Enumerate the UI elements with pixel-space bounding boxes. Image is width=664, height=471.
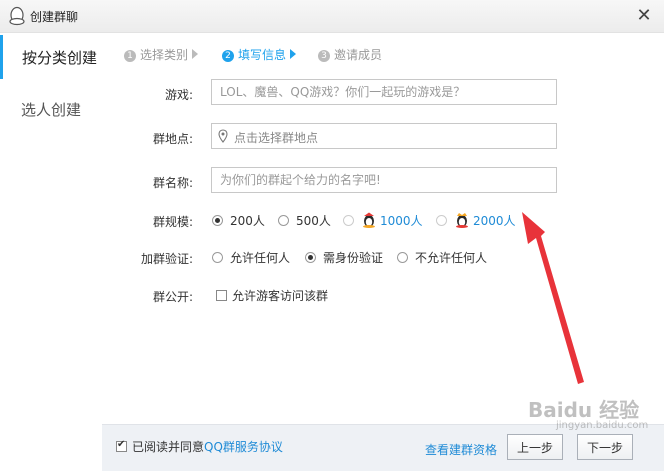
verify-option-label: 允许任何人 [230, 251, 291, 265]
step-invite-members: 3 邀请成员 [318, 46, 382, 63]
close-button[interactable]: ✕ [634, 6, 654, 26]
location-picker[interactable]: 点击选择群地点 [211, 123, 557, 149]
service-agreement-link[interactable]: QQ群服务协议 [204, 440, 283, 454]
allow-guest-label: 允许游客访问该群 [232, 289, 329, 303]
public-label: 群公开: [152, 290, 193, 304]
triangle-right-icon [290, 49, 297, 59]
window-title: 创建群聊 [30, 10, 79, 24]
allow-guest-checkbox[interactable] [216, 290, 227, 301]
map-pin-icon [218, 129, 228, 143]
view-eligibility-link[interactable]: 查看建群资格 [425, 441, 497, 458]
size-option-500[interactable]: 500人 [278, 212, 331, 229]
radio-checked[interactable] [212, 215, 223, 226]
verify-option-label: 不允许任何人 [415, 251, 488, 265]
svip-penguin-icon [456, 213, 468, 228]
step-number: 1 [124, 50, 136, 62]
step-label: 填写信息 [238, 48, 287, 62]
sidebar-item-label: 选人创建 [21, 101, 82, 119]
radio[interactable] [343, 215, 354, 226]
verify-option-label: 需身份验证 [323, 251, 384, 265]
next-button[interactable]: 下一步 [577, 434, 633, 460]
step-label: 选择类别 [140, 48, 189, 62]
verify-option-identity[interactable]: 需身份验证 [305, 249, 383, 266]
size-option-label: 500人 [296, 214, 331, 228]
location-placeholder: 点击选择群地点 [234, 131, 319, 145]
step-number: 2 [222, 50, 234, 62]
vip-penguin-icon [363, 212, 375, 228]
sidebar: 按分类创建 选人创建 [0, 33, 112, 470]
title-bar: 创建群聊 ✕ [0, 0, 664, 33]
footer-bar: 已阅读并同意QQ群服务协议 查看建群资格 上一步 下一步 [102, 424, 664, 471]
sidebar-item-by-people[interactable]: 选人创建 [0, 87, 112, 131]
step-label: 邀请成员 [334, 48, 383, 62]
join-verify-label: 加群验证: [140, 252, 193, 266]
watermark-text: Baidu 经验 [528, 398, 640, 422]
triangle-right-icon [192, 49, 199, 59]
agreement-checkbox[interactable] [116, 439, 127, 452]
group-name-input[interactable] [211, 167, 557, 193]
size-option-2000[interactable]: 2000人 [436, 212, 516, 229]
size-option-label: 200人 [230, 214, 265, 228]
size-option-label: 1000人 [380, 214, 423, 228]
allow-guest-option[interactable]: 允许游客访问该群 [216, 287, 328, 304]
radio[interactable] [278, 215, 289, 226]
baidu-watermark: Baidu 经验 jingyan.baidu.com [528, 394, 648, 431]
size-option-label: 2000人 [473, 214, 516, 228]
radio[interactable] [212, 252, 223, 263]
size-option-200[interactable]: 200人 [212, 212, 265, 229]
step-fill-info: 2 填写信息 [222, 46, 297, 63]
sidebar-item-label: 按分类创建 [22, 49, 98, 67]
step-select-category: 1 选择类别 [124, 46, 199, 63]
sidebar-item-by-category[interactable]: 按分类创建 [0, 35, 115, 79]
prev-button[interactable]: 上一步 [507, 434, 563, 460]
location-label: 群地点: [152, 132, 193, 146]
qq-penguin-icon [9, 6, 25, 26]
close-icon: ✕ [636, 5, 652, 26]
group-size-options: 200人 500人 1000人 2000人 [212, 212, 542, 230]
agreement: 已阅读并同意QQ群服务协议 [116, 438, 283, 455]
group-size-label: 群规模: [152, 215, 193, 229]
radio[interactable] [397, 252, 408, 263]
join-verify-options: 允许任何人 需身份验证 不允许任何人 [212, 249, 512, 267]
watermark-subtext: jingyan.baidu.com [556, 420, 649, 431]
verify-option-nobody[interactable]: 不允许任何人 [397, 249, 487, 266]
group-name-label: 群名称: [152, 176, 193, 190]
size-option-1000[interactable]: 1000人 [343, 212, 423, 229]
game-label: 游戏: [164, 88, 193, 102]
agreement-text: 已阅读并同意 [132, 440, 205, 454]
radio[interactable] [436, 215, 447, 226]
step-number: 3 [318, 50, 330, 62]
game-input[interactable] [211, 79, 557, 105]
radio-checked[interactable] [305, 252, 316, 263]
verify-option-anyone[interactable]: 允许任何人 [212, 249, 290, 266]
